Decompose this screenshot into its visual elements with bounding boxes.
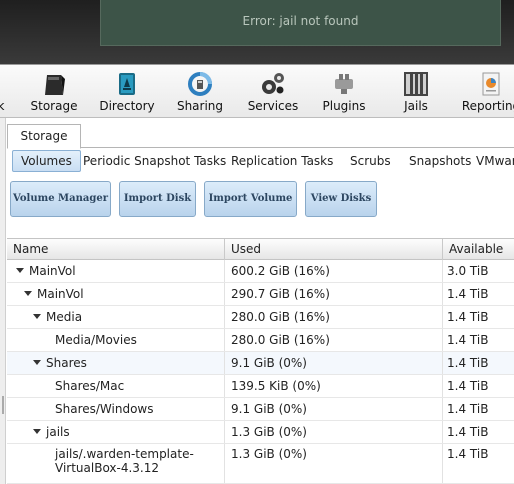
toolbar-label: k (0, 99, 5, 113)
toolbar-label: Jails (404, 99, 428, 113)
left-pane-splitter[interactable] (0, 118, 6, 484)
toolbar-item-account[interactable]: k (0, 65, 8, 117)
toolbar-label: Reporting (461, 99, 514, 113)
toolbar-item-plugins[interactable]: Plugins (320, 65, 368, 117)
tab-storage[interactable]: Storage (7, 124, 81, 149)
toolbar-label: Sharing (176, 99, 224, 113)
subtab-snapshots[interactable]: Snapshots (409, 150, 471, 172)
dataset-used: 9.1 GiB (0%) (231, 402, 307, 416)
storage-icon (45, 75, 65, 95)
toolbar-item-storage[interactable]: Storage (26, 65, 82, 117)
subtab-replication-tasks[interactable]: Replication Tasks (231, 150, 333, 172)
dataset-name: Shares/Windows (55, 402, 154, 416)
table-row[interactable]: jails 1.3 GiB (0%) 1.4 TiB (7, 421, 514, 444)
expand-triangle-icon[interactable] (24, 291, 32, 296)
expand-triangle-icon[interactable] (33, 429, 41, 434)
dataset-available: 1.4 TiB (447, 447, 489, 461)
top-banner: Error: jail not found (0, 0, 514, 64)
jails-icon (404, 72, 428, 96)
dataset-used: 139.5 KiB (0%) (231, 379, 321, 393)
toolbar-item-sharing[interactable]: Sharing (174, 65, 226, 117)
table-row[interactable]: Shares/Windows 9.1 GiB (0%) 1.4 TiB (7, 398, 514, 421)
column-header-name[interactable]: Name (7, 239, 225, 260)
table-row[interactable]: Shares 9.1 GiB (0%) 1.4 TiB (7, 352, 514, 375)
reporting-icon (482, 72, 500, 96)
toolbar-item-jails[interactable]: Jails (396, 65, 436, 117)
dataset-name: Media/Movies (55, 333, 137, 347)
table-row[interactable]: MainVol 290.7 GiB (16%) 1.4 TiB (7, 283, 514, 306)
subtab-periodic-snapshot-tasks[interactable]: Periodic Snapshot Tasks (83, 150, 226, 172)
dataset-name: MainVol (37, 287, 84, 301)
dataset-name-line1: jails/.warden-template- (55, 447, 194, 461)
toolbar-label: Storage (30, 99, 78, 113)
dataset-used: 1.3 GiB (0%) (231, 425, 307, 439)
dataset-available: 1.4 TiB (447, 310, 489, 324)
view-disks-button[interactable]: View Disks (305, 181, 377, 217)
expand-triangle-icon[interactable] (16, 268, 24, 273)
dataset-used: 290.7 GiB (16%) (231, 287, 330, 301)
plugins-icon (335, 74, 353, 94)
table-row[interactable]: Media 280.0 GiB (16%) 1.4 TiB (7, 306, 514, 329)
dataset-used: 9.1 GiB (0%) (231, 356, 307, 370)
toolbar-item-reporting[interactable]: Reporting (460, 65, 514, 117)
dataset-available: 1.4 TiB (447, 356, 489, 370)
subtab-scrubs[interactable]: Scrubs (350, 150, 391, 172)
table-row[interactable]: MainVol 600.2 GiB (16%) 3.0 TiB (7, 260, 514, 283)
toolbar-label: Plugins (322, 99, 366, 113)
dataset-available: 1.4 TiB (447, 379, 489, 393)
dataset-available: 1.4 TiB (447, 333, 489, 347)
dataset-name: Shares (46, 356, 87, 370)
volume-manager-button[interactable]: Volume Manager (10, 181, 111, 217)
splitter-grip[interactable] (2, 396, 4, 414)
dataset-name: jails (46, 425, 70, 439)
dataset-used: 280.0 GiB (16%) (231, 333, 330, 347)
toolbar-item-directory[interactable]: Directory (96, 65, 158, 117)
subtab-volumes[interactable]: Volumes (12, 150, 81, 172)
main-toolbar: k Storage Directory Sharing Services Plu… (0, 64, 514, 118)
error-message: Error: jail not found (100, 0, 501, 46)
expand-triangle-icon[interactable] (33, 360, 41, 365)
dataset-name: Media (46, 310, 83, 324)
table-row[interactable]: jails/.warden-template- VirtualBox-4.3.1… (7, 444, 514, 484)
table-header: Name Used Available (7, 238, 514, 260)
dataset-used: 280.0 GiB (16%) (231, 310, 330, 324)
dataset-used: 1.3 GiB (0%) (231, 447, 307, 461)
column-header-used[interactable]: Used (225, 239, 443, 260)
dataset-available: 1.4 TiB (447, 402, 489, 416)
expand-triangle-icon[interactable] (33, 314, 41, 319)
import-disk-button[interactable]: Import Disk (119, 181, 196, 217)
dataset-used: 600.2 GiB (16%) (231, 264, 330, 278)
dataset-available: 1.4 TiB (447, 287, 489, 301)
dataset-name: MainVol (29, 264, 76, 278)
toolbar-label: Services (247, 99, 299, 113)
services-icon (262, 73, 284, 94)
dataset-available: 1.4 TiB (447, 425, 489, 439)
dataset-name-line2: VirtualBox-4.3.12 (55, 461, 160, 475)
sharing-icon (188, 72, 212, 96)
main-tab-strip: Storage (7, 118, 514, 149)
toolbar-label: Directory (99, 99, 155, 113)
dataset-available: 3.0 TiB (447, 264, 489, 278)
column-header-available[interactable]: Available (443, 239, 514, 260)
dataset-name: Shares/Mac (55, 379, 125, 393)
directory-icon (119, 73, 135, 95)
table-row[interactable]: Media/Movies 280.0 GiB (16%) 1.4 TiB (7, 329, 514, 352)
toolbar-item-services[interactable]: Services (244, 65, 302, 117)
table-row[interactable]: Shares/Mac 139.5 KiB (0%) 1.4 TiB (7, 375, 514, 398)
import-volume-button[interactable]: Import Volume (204, 181, 297, 217)
subtab-vmware[interactable]: VMwar (476, 150, 514, 172)
